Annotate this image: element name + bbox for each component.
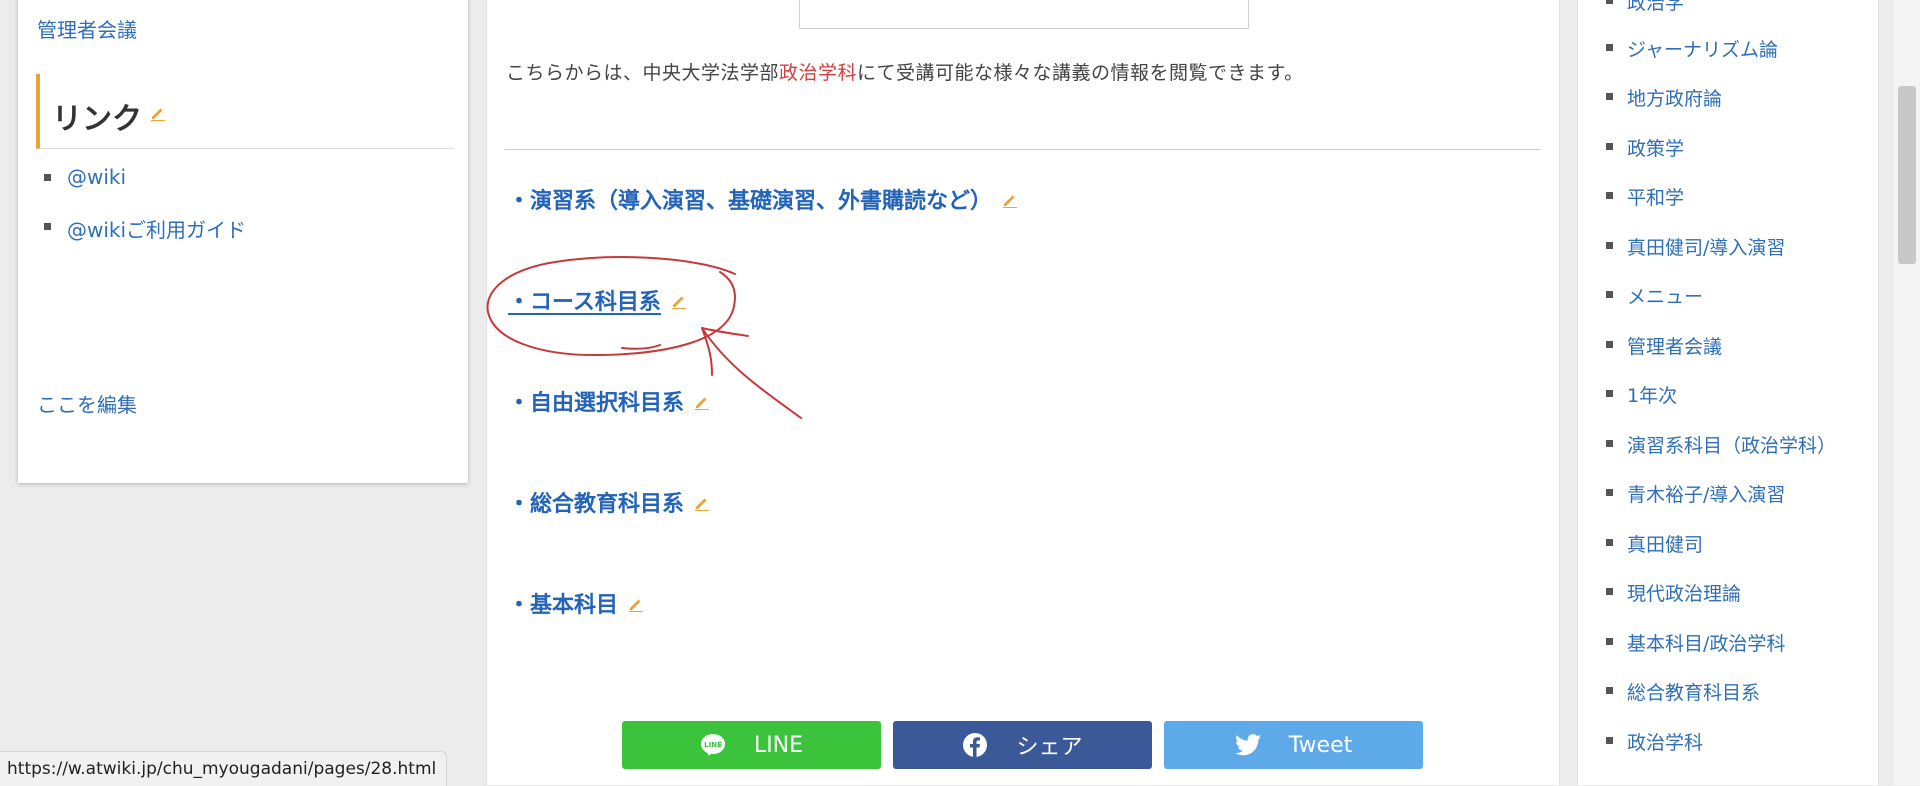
- bullet-square-icon: [1606, 44, 1613, 51]
- facebook-logo-icon: [962, 732, 988, 758]
- bullet-square-icon: [44, 223, 51, 230]
- recent-page-link[interactable]: 現代政治理論: [1627, 579, 1741, 606]
- section-course-subjects[interactable]: ・コース科目系: [508, 284, 687, 316]
- recent-page-link[interactable]: 政策学: [1627, 134, 1684, 161]
- bullet-square-icon: [1606, 489, 1613, 496]
- facebook-share-label: シェア: [1016, 735, 1083, 760]
- line-share-button[interactable]: LINE LINE: [622, 721, 881, 769]
- links-heading: リンク: [36, 74, 454, 149]
- link-atwiki-guide[interactable]: @wikiご利用ガイド: [67, 214, 246, 243]
- intro-text: こちらからは、中央大学法学部政治学科にて受講可能な様々な講義の情報を閲覧できます…: [506, 58, 1304, 85]
- bullet-square-icon: [1606, 588, 1613, 595]
- recent-page-link[interactable]: 管理者会議: [1627, 332, 1722, 359]
- recent-page-link[interactable]: 総合教育科目系: [1627, 678, 1760, 705]
- pencil-edit-icon[interactable]: [150, 105, 166, 121]
- bullet-square-icon: [1606, 93, 1613, 100]
- recent-page-link[interactable]: 真田健司/導入演習: [1627, 233, 1785, 260]
- facebook-share-button[interactable]: シェア: [893, 721, 1152, 769]
- recent-page-link[interactable]: 地方政府論: [1627, 84, 1722, 111]
- recent-page-link[interactable]: メニュー: [1627, 282, 1703, 309]
- recent-page-link[interactable]: 真田健司: [1627, 530, 1703, 557]
- recent-page-link[interactable]: 青木裕子/導入演習: [1627, 480, 1785, 507]
- pencil-edit-icon[interactable]: [1002, 192, 1018, 208]
- bullet-square-icon: [1606, 291, 1613, 298]
- recent-page-link[interactable]: 平和学: [1627, 183, 1684, 210]
- bullet-square-icon: [44, 174, 51, 181]
- main-content: こちらからは、中央大学法学部政治学科にて受講可能な様々な講義の情報を閲覧できます…: [486, 0, 1560, 785]
- recent-page-link[interactable]: 1年次: [1627, 381, 1677, 408]
- recent-page-link[interactable]: 演習系科目（政治学科）: [1627, 431, 1836, 458]
- section-divider: [505, 149, 1541, 150]
- section-free-electives[interactable]: ・自由選択科目系: [508, 385, 710, 417]
- svg-text:LINE: LINE: [704, 741, 722, 749]
- page-scrollbar-thumb[interactable]: [1898, 86, 1916, 264]
- pencil-edit-icon[interactable]: [671, 293, 687, 309]
- edit-here-link[interactable]: ここを編集: [37, 389, 137, 418]
- bullet-square-icon: [1606, 638, 1613, 645]
- line-share-label: LINE: [753, 732, 804, 758]
- recent-page-link[interactable]: 政治学科: [1627, 728, 1703, 755]
- bullet-square-icon: [1606, 341, 1613, 348]
- pencil-edit-icon[interactable]: [694, 495, 710, 511]
- bullet-square-icon: [1606, 192, 1613, 199]
- section-general-education-label[interactable]: ・総合教育科目系: [508, 492, 684, 517]
- recent-page-link[interactable]: 基本科目/政治学科: [1627, 629, 1785, 656]
- section-course-subjects-label[interactable]: ・コース科目系: [508, 290, 661, 315]
- bullet-square-icon: [1606, 440, 1613, 447]
- intro-text-before: こちらからは、中央大学法学部: [506, 62, 780, 84]
- bullet-square-icon: [1606, 539, 1613, 546]
- line-logo-icon: LINE: [700, 732, 726, 758]
- twitter-tweet-label: Tweet: [1288, 732, 1353, 758]
- section-seminars-label[interactable]: ・演習系（導入演習、基礎演習、外書購読など）: [508, 189, 992, 214]
- bullet-square-icon: [1606, 390, 1613, 397]
- bullet-square-icon: [1606, 242, 1613, 249]
- bullet-square-icon: [1606, 0, 1613, 4]
- pencil-edit-icon[interactable]: [628, 596, 644, 612]
- bullet-square-icon: [1606, 687, 1613, 694]
- bullet-square-icon: [1606, 737, 1613, 744]
- section-basic-subjects-label[interactable]: ・基本科目: [508, 593, 618, 618]
- recent-page-link[interactable]: ジャーナリズム論: [1627, 35, 1778, 62]
- links-heading-title: リンク: [52, 102, 142, 137]
- twitter-tweet-button[interactable]: Tweet: [1164, 721, 1423, 769]
- link-atwiki[interactable]: @wiki: [67, 165, 126, 189]
- pencil-edit-icon[interactable]: [694, 394, 710, 410]
- section-basic-subjects[interactable]: ・基本科目: [508, 587, 644, 619]
- twitter-bird-icon: [1234, 732, 1261, 758]
- right-sidebar: 政治学 ジャーナリズム論 地方政府論 政策学 平和学 真田健司/導入演習 メニュ…: [1577, 0, 1879, 785]
- left-sidebar: 管理者会議 リンク @wiki @wikiご利用ガイド ここを編集: [18, 0, 468, 483]
- political-science-link[interactable]: 政治学科: [779, 62, 857, 84]
- intro-text-after: にて受講可能な様々な講義の情報を閲覧できます。: [857, 62, 1304, 84]
- section-general-education[interactable]: ・総合教育科目系: [508, 486, 710, 518]
- admin-meeting-link[interactable]: 管理者会議: [37, 14, 137, 43]
- section-seminars[interactable]: ・演習系（導入演習、基礎演習、外書購読など）: [508, 183, 1018, 215]
- section-free-electives-label[interactable]: ・自由選択科目系: [508, 391, 684, 416]
- top-image-frame: [799, 0, 1249, 29]
- status-bar-url: https://w.atwiki.jp/chu_myougadani/pages…: [0, 751, 448, 786]
- bullet-square-icon: [1606, 143, 1613, 150]
- recent-page-link[interactable]: 政治学: [1627, 0, 1684, 15]
